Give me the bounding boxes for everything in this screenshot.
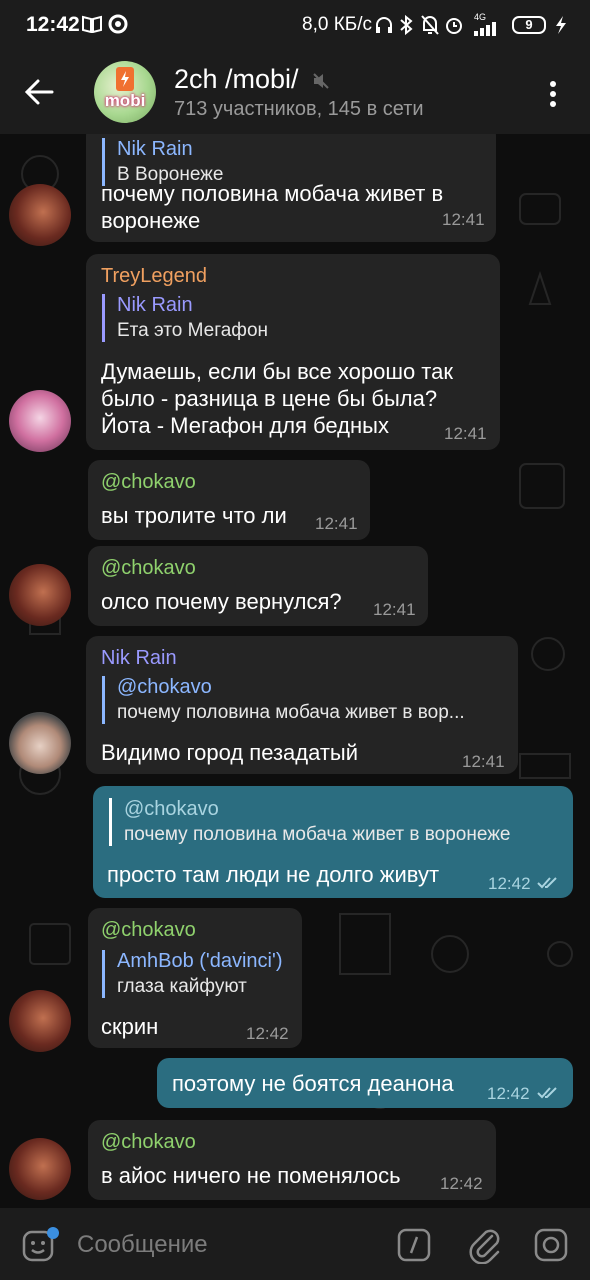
chat-header: mobi 2ch /mobi/ 713 участников, 145 в се…: [0, 52, 590, 134]
message-text: Думаешь, если бы все хорошо так было - р…: [101, 358, 496, 439]
message-text: в айос ничего не поменялось: [101, 1163, 401, 1188]
message-bubble[interactable]: @chokavo AmhBob ('davinci') глаза кайфую…: [88, 908, 302, 1048]
avatar[interactable]: [9, 712, 71, 774]
battery-level: 9: [525, 17, 533, 32]
mention[interactable]: @chokavo: [101, 557, 196, 580]
message-time: 12:41: [462, 752, 505, 771]
message-bubble[interactable]: @chokavo олсо почему вернулся? 12:41: [88, 546, 428, 626]
message-bubble-outgoing[interactable]: @chokavo почему половина мобача живет в …: [93, 786, 573, 898]
emoji-sticker-icon[interactable]: [22, 1226, 60, 1264]
bluetooth-icon: [400, 14, 413, 36]
message-text-line: воронеже: [101, 208, 201, 233]
message-list[interactable]: Nik Rain В Воронеже почему половина моба…: [0, 134, 590, 1208]
back-arrow-icon[interactable]: [24, 78, 54, 106]
more-options-icon[interactable]: [548, 80, 558, 108]
message-input[interactable]: Сообщение: [77, 1231, 208, 1259]
attach-icon[interactable]: [468, 1226, 502, 1264]
reply-name: @chokavo: [117, 676, 212, 698]
network-speed: 8,0 КБ/с: [302, 14, 373, 35]
message-bubble-outgoing[interactable]: поэтому не боятся деанона 12:42: [157, 1058, 573, 1108]
message-text: почему половина мобача живет в воронеже: [101, 180, 491, 234]
mention[interactable]: @chokavo: [101, 919, 196, 942]
message-text: вы тролите что ли: [101, 503, 287, 528]
sender-name[interactable]: TreyLegend: [101, 265, 207, 288]
chat-subtitle: 713 участников, 145 в сети: [174, 98, 424, 120]
avatar[interactable]: [9, 990, 71, 1052]
message-time: 12:42: [487, 1084, 530, 1103]
message-text-line: Йота - Мегафон для бедных: [101, 413, 389, 438]
avatar[interactable]: [9, 1138, 71, 1200]
message-text: Видимо город пезадатый: [101, 740, 359, 765]
reply-name: Nik Rain: [117, 138, 193, 160]
charging-icon: [556, 16, 566, 34]
message-text-line: было - разница в цене бы была?: [101, 386, 438, 411]
message-text: скрин: [101, 1014, 159, 1039]
message-bubble[interactable]: @chokavo вы тролите что ли 12:41: [88, 460, 370, 540]
reply-text: Ета это Мегафон: [117, 320, 268, 341]
app-icon: [108, 14, 128, 34]
alarm-icon: [446, 18, 462, 34]
bot-command-icon[interactable]: [397, 1228, 431, 1262]
message-text-line: почему половина мобача живет в: [101, 181, 444, 206]
signal-icon: [474, 22, 496, 36]
chat-title[interactable]: 2ch /mobi/: [174, 64, 299, 95]
mention[interactable]: @chokavo: [101, 1131, 196, 1154]
message-time: 12:41: [315, 514, 358, 533]
status-time: 12:42: [26, 13, 80, 36]
status-bar: 12:42 8,0 КБ/с 4G 9: [0, 0, 590, 52]
message-time: 12:42: [440, 1174, 483, 1193]
double-check-icon: [537, 877, 557, 889]
message-input-bar: Сообщение: [0, 1208, 590, 1280]
camera-icon[interactable]: [534, 1228, 568, 1262]
message-text: поэтому не боятся деанона: [172, 1071, 454, 1096]
reply-quote[interactable]: AmhBob ('davinci') глаза кайфуют: [102, 950, 302, 998]
reply-text: почему половина мобача живет в воронеже: [124, 824, 511, 845]
message-bubble[interactable]: @chokavo в айос ничего не поменялось 12:…: [88, 1120, 496, 1200]
reply-quote[interactable]: @chokavo почему половина мобача живет в …: [109, 798, 574, 846]
reply-quote[interactable]: @chokavo почему половина мобача живет в …: [102, 676, 517, 724]
reply-name: @chokavo: [124, 798, 219, 820]
mention[interactable]: @chokavo: [101, 471, 196, 494]
sender-name[interactable]: Nik Rain: [101, 647, 177, 670]
muted-icon: [313, 73, 329, 89]
reply-quote[interactable]: Nik Rain Ета это Мегафон: [102, 294, 487, 342]
message-time: 12:42: [246, 1024, 289, 1043]
message-bubble[interactable]: TreyLegend Nik Rain Ета это Мегафон Дума…: [86, 254, 500, 450]
message-time: 12:41: [444, 424, 487, 443]
book-icon: [82, 15, 102, 33]
message-text-line: Думаешь, если бы все хорошо так: [101, 359, 453, 384]
avatar[interactable]: [9, 564, 71, 626]
battery-icon: 9: [512, 16, 546, 34]
group-avatar[interactable]: mobi: [94, 61, 156, 123]
message-time: 12:42: [488, 874, 531, 893]
reply-quote[interactable]: Nik Rain В Воронеже: [102, 138, 487, 186]
reply-name: AmhBob ('davinci'): [117, 950, 283, 972]
message-bubble[interactable]: Nik Rain @chokavo почему половина мобача…: [86, 636, 518, 774]
message-time: 12:41: [442, 210, 485, 229]
reply-text: глаза кайфуют: [117, 976, 247, 997]
reply-name: Nik Rain: [117, 294, 193, 316]
reply-text: почему половина мобача живет в вор...: [117, 702, 465, 723]
double-check-icon: [537, 1087, 557, 1099]
message-bubble[interactable]: Nik Rain В Воронеже почему половина моба…: [86, 134, 496, 242]
mute-bell-icon: [421, 15, 439, 35]
message-text: просто там люди не долго живут: [107, 862, 440, 887]
avatar-text: mobi: [104, 91, 146, 110]
avatar[interactable]: [9, 184, 71, 246]
avatar[interactable]: [9, 390, 71, 452]
headphones-icon: [376, 17, 392, 33]
message-text: олсо почему вернулся?: [101, 589, 342, 614]
message-time: 12:41: [373, 600, 416, 619]
